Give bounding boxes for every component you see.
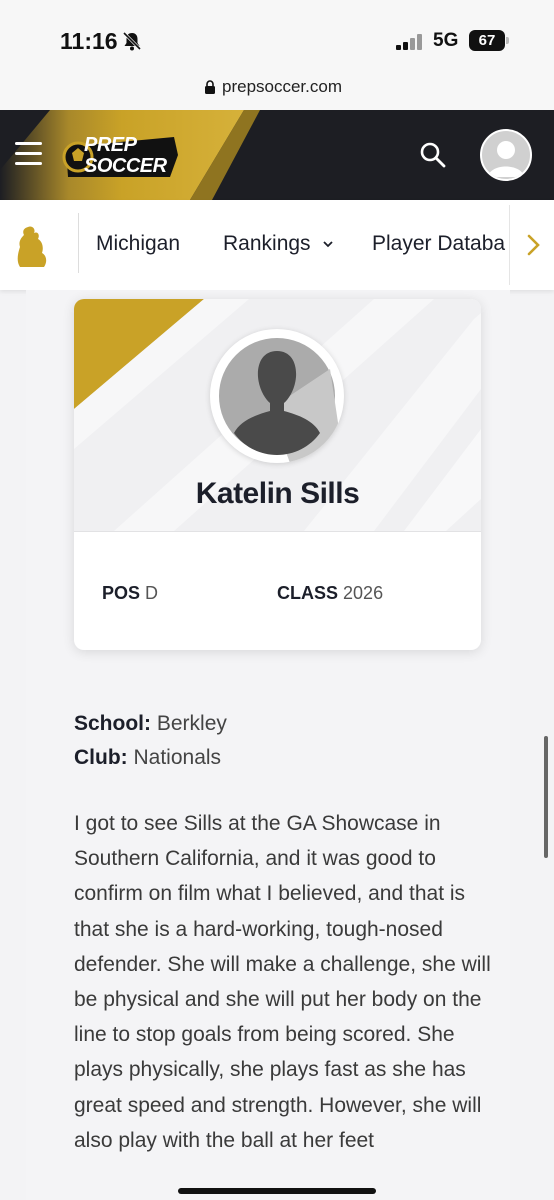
stat-class-value: 2026: [343, 583, 384, 603]
player-silhouette-icon: [219, 338, 344, 463]
nav-scroll-right-button[interactable]: [509, 205, 554, 285]
club-value: Nationals: [133, 746, 222, 769]
player-card-header: Katelin Sills: [74, 299, 481, 531]
status-time: 11:16: [60, 28, 118, 54]
user-avatar-button[interactable]: [480, 129, 532, 181]
card-divider: [74, 531, 481, 532]
logo-text-prep: PREP: [84, 134, 137, 156]
stat-class-label: CLASS: [277, 583, 339, 603]
club-line: Club: Nationals: [74, 746, 221, 770]
battery-tip: [506, 37, 509, 44]
chevron-down-icon: [323, 241, 334, 248]
user-silhouette-icon: [488, 141, 524, 177]
chevron-right-icon: [527, 234, 540, 256]
nav-items-strip: Michigan Rankings Player Databa: [0, 200, 512, 290]
nav-item-rankings[interactable]: Rankings: [223, 232, 334, 256]
battery-icon: 67: [469, 30, 505, 51]
nav-item-michigan[interactable]: Michigan: [96, 232, 180, 256]
club-label: Club:: [74, 746, 128, 769]
search-icon[interactable]: [419, 141, 447, 169]
player-card: Katelin Sills POS D CLASS 2026: [74, 299, 481, 650]
network-type: 5G: [433, 30, 459, 51]
stat-position-value: D: [145, 583, 159, 603]
logo-text-soccer: SOCCER: [84, 155, 167, 177]
player-photo: [210, 329, 344, 463]
school-value: Berkley: [156, 712, 227, 735]
lock-icon: [205, 80, 215, 94]
silent-bell-icon: [122, 31, 142, 51]
home-indicator[interactable]: [178, 1188, 376, 1194]
stat-position-label: POS: [102, 583, 141, 603]
school-label: School:: [74, 712, 151, 735]
url-text[interactable]: prepsoccer.com: [222, 77, 342, 97]
stat-class: CLASS 2026: [277, 583, 383, 604]
stat-position: POS D: [102, 583, 158, 604]
nav-item-rankings-label: Rankings: [223, 232, 311, 255]
nav-item-player-database[interactable]: Player Databa: [372, 232, 505, 256]
menu-icon[interactable]: [15, 142, 42, 166]
scouting-report-text: I got to see Sills at the GA Showcase in…: [74, 812, 491, 1152]
player-name: Katelin Sills: [195, 477, 360, 510]
cell-signal-icon: [396, 34, 424, 50]
page-scrollbar[interactable]: [544, 736, 548, 858]
school-line: School: Berkley: [74, 712, 227, 736]
